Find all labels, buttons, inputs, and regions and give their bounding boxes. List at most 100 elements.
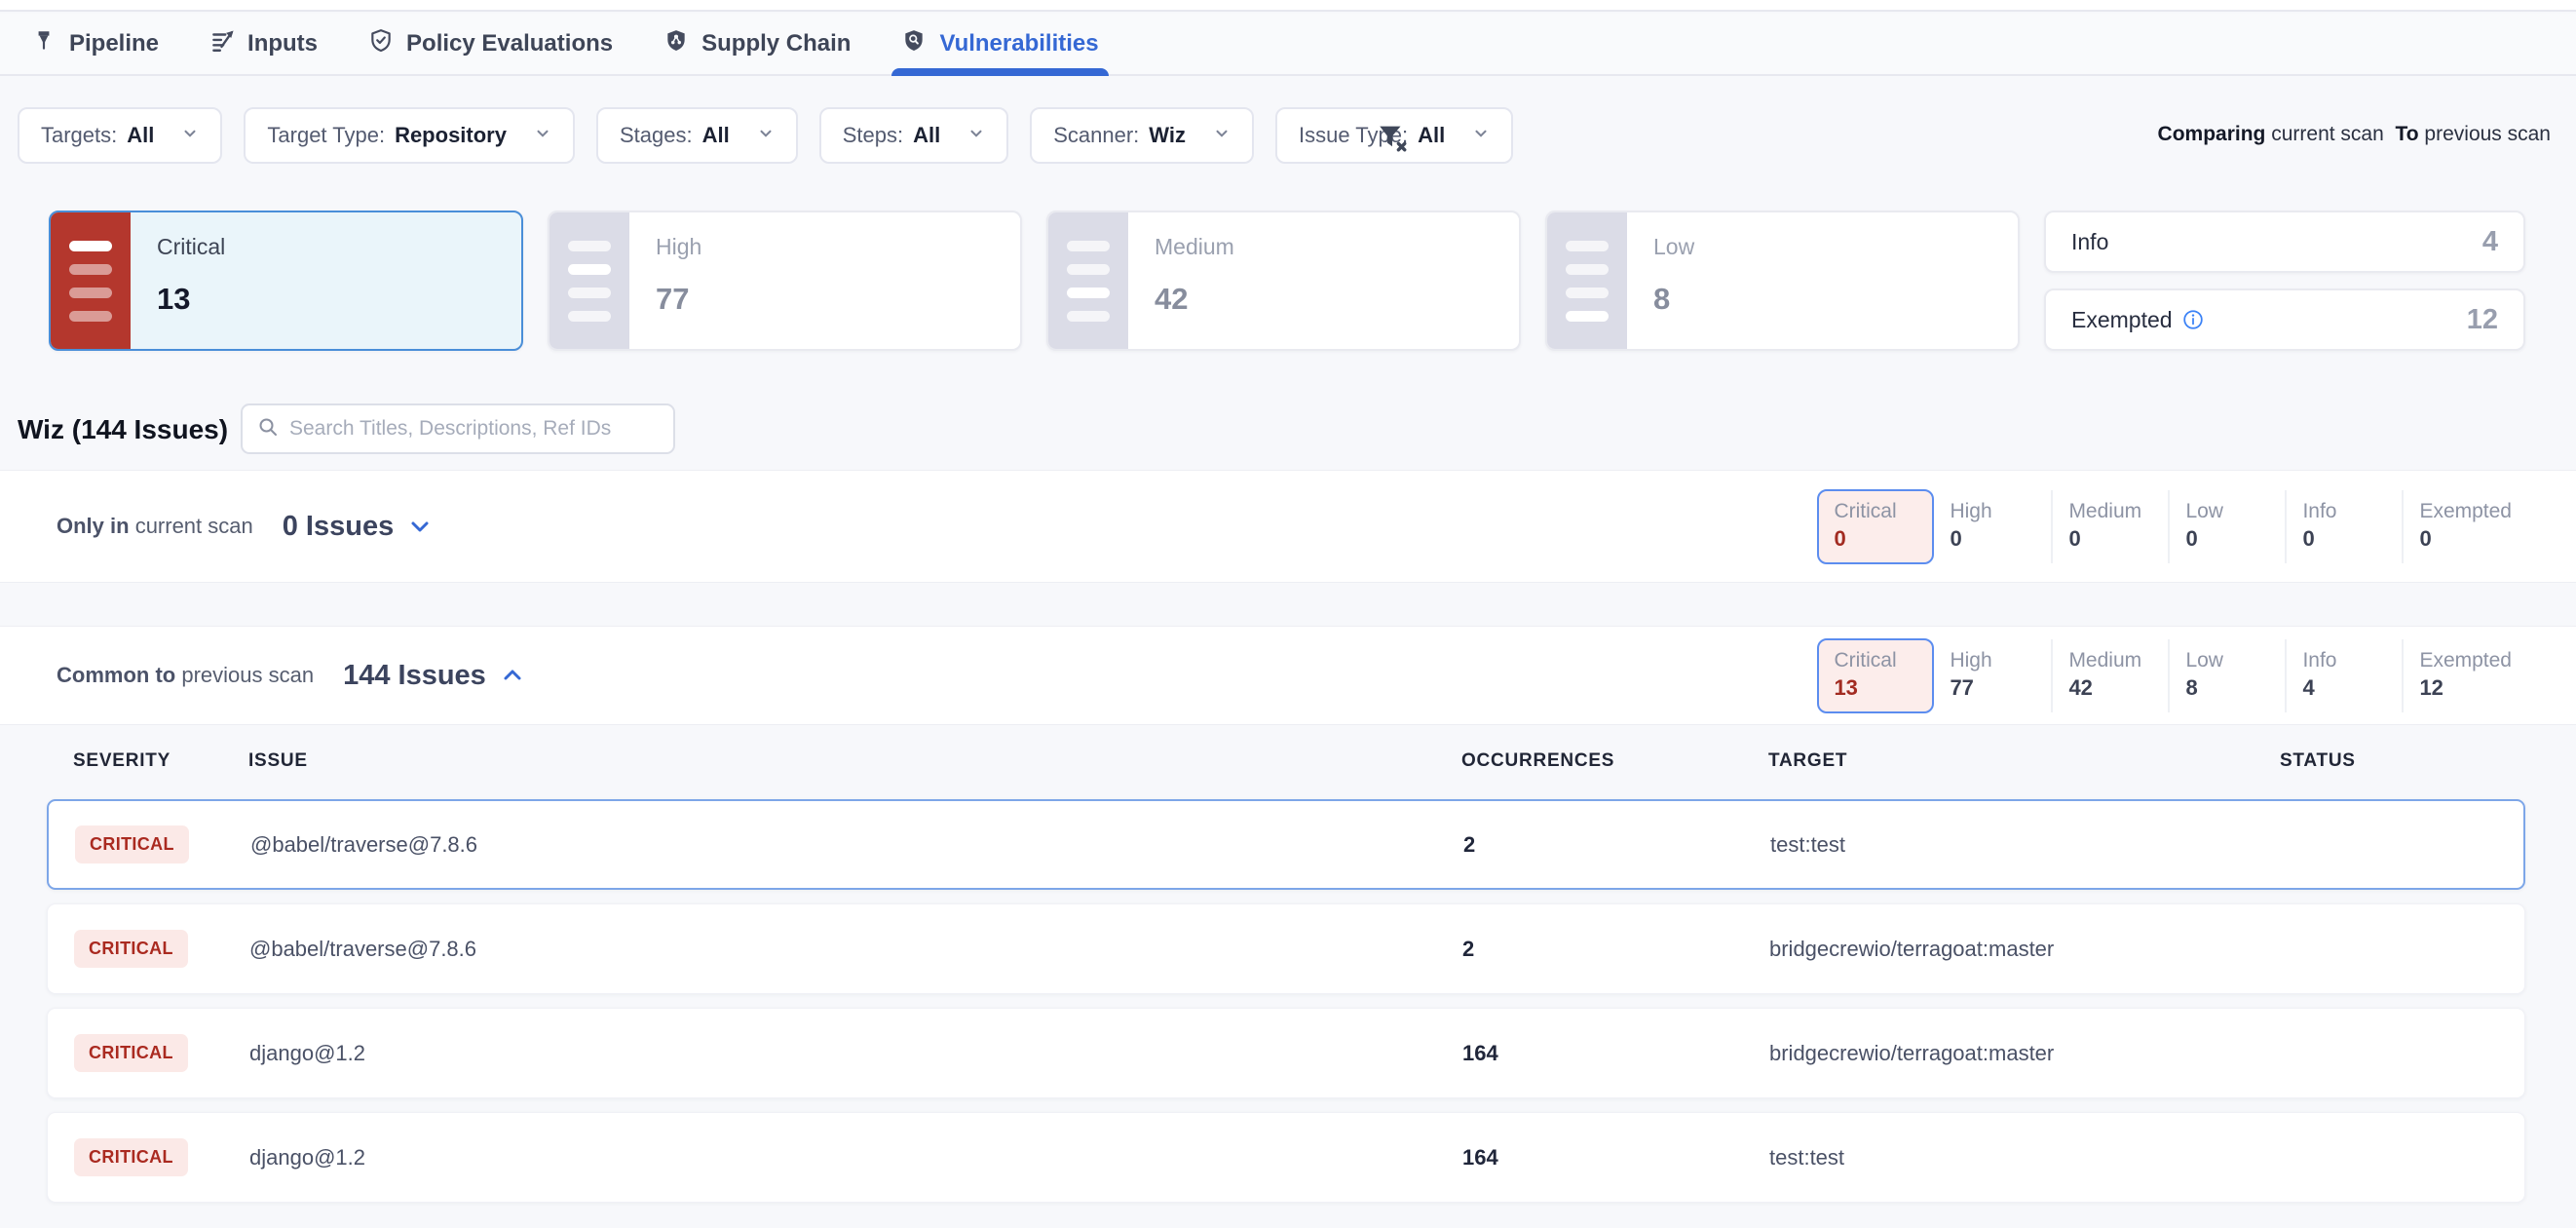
- occurrences-cell: 2: [1463, 832, 1770, 858]
- chip-label: Exempted: [2419, 649, 2512, 672]
- severity-chip[interactable]: High 0: [1934, 490, 2051, 563]
- issue-cell: django@1.2: [249, 1041, 1462, 1066]
- issue-cell: django@1.2: [249, 1145, 1462, 1170]
- severity-card-label: Critical: [157, 234, 225, 260]
- filter-bar: Targets: All Target Type: Repository Sta…: [18, 107, 1513, 164]
- target-cell: bridgecrewio/terragoat:master: [1769, 937, 2281, 962]
- chip-value: 12: [2419, 675, 2512, 701]
- severity-chip[interactable]: Exempted 12: [2402, 639, 2527, 712]
- tab-pipeline[interactable]: Pipeline: [31, 14, 159, 74]
- clear-filters-icon[interactable]: [1376, 121, 1409, 154]
- section-issues-toggle[interactable]: 0 Issues: [283, 511, 433, 543]
- severity-chip[interactable]: Info 0: [2285, 490, 2402, 563]
- chip-value: 0: [2185, 526, 2269, 552]
- side-card[interactable]: Info 4: [2044, 211, 2525, 273]
- top-strip: [0, 0, 2576, 12]
- side-card-count: 4: [2482, 226, 2498, 258]
- chevron-down-icon: [1213, 123, 1231, 148]
- tab-policy-evaluations[interactable]: Policy Evaluations: [368, 14, 613, 74]
- severity-chip[interactable]: High 77: [1934, 639, 2051, 712]
- severity-chip[interactable]: Exempted 0: [2402, 490, 2527, 563]
- severity-card-label: Low: [1653, 234, 1694, 260]
- target-cell: test:test: [1770, 832, 2282, 858]
- chip-value: 42: [2068, 675, 2152, 701]
- filter-dropdown[interactable]: Targets: All: [18, 107, 222, 164]
- filter-label: Scanner:: [1053, 123, 1139, 148]
- chip-label: Low: [2185, 500, 2269, 523]
- column-header-status: STATUS: [2280, 750, 2525, 772]
- chip-value: 77: [1950, 675, 2035, 701]
- table-row[interactable]: CRITICAL django@1.2 164 bridgecrewio/ter…: [47, 1008, 2525, 1098]
- filter-dropdown[interactable]: Scanner: Wiz: [1030, 107, 1254, 164]
- severity-chip[interactable]: Low 0: [2168, 490, 2285, 563]
- shield-check-icon: [368, 28, 394, 60]
- tab-supply-chain[interactable]: Supply Chain: [663, 14, 851, 74]
- search-box: [241, 403, 675, 454]
- filter-value: All: [702, 123, 730, 148]
- severity-card[interactable]: High 77: [548, 211, 1022, 351]
- filter-label: Stages:: [620, 123, 693, 148]
- filter-value: Wiz: [1149, 123, 1186, 148]
- chip-value: 0: [1834, 526, 1917, 552]
- chip-label: Critical: [1834, 500, 1917, 523]
- severity-chip[interactable]: Critical 13: [1817, 638, 1934, 713]
- info-icon: [2182, 309, 2204, 330]
- section-issues-count: 144 Issues: [343, 660, 486, 692]
- chevron-down-icon: [967, 123, 985, 148]
- column-header-target: TARGET: [1768, 750, 2280, 772]
- side-card[interactable]: Exempted 12: [2044, 288, 2525, 351]
- chevron-up-icon: [500, 663, 525, 688]
- severity-chip-row: Critical 13 High 77 Medium 42 Low: [1817, 638, 2527, 713]
- tab-label: Vulnerabilities: [939, 30, 1098, 58]
- severity-card[interactable]: Critical 13: [49, 211, 523, 351]
- issue-cell: @babel/traverse@7.8.6: [250, 832, 1463, 858]
- severity-chip-row: Critical 0 High 0 Medium 0 Low: [1817, 489, 2527, 564]
- filter-value: Repository: [395, 123, 507, 148]
- comparing-text-2: previous scan: [2424, 123, 2551, 145]
- filter-dropdown[interactable]: Stages: All: [596, 107, 798, 164]
- occurrences-cell: 164: [1462, 1145, 1769, 1170]
- chip-value: 8: [2185, 675, 2269, 701]
- tab-label: Policy Evaluations: [406, 30, 613, 58]
- severity-level-icon: [1547, 212, 1627, 349]
- severity-card[interactable]: Low 8: [1545, 211, 2020, 351]
- severity-badge: CRITICAL: [74, 930, 188, 968]
- chip-value: 13: [1834, 675, 1917, 701]
- severity-chip[interactable]: Medium 42: [2051, 639, 2168, 712]
- search-icon: [256, 415, 280, 443]
- section-prefix-rest: previous scan: [181, 663, 314, 687]
- filter-value: All: [1418, 123, 1445, 148]
- severity-badge: CRITICAL: [74, 1034, 188, 1072]
- column-header-severity: SEVERITY: [73, 750, 248, 772]
- search-input[interactable]: [289, 417, 660, 441]
- side-card-label: Exempted: [2071, 307, 2173, 333]
- chip-label: Exempted: [2419, 500, 2512, 523]
- section-issues-toggle[interactable]: 144 Issues: [343, 660, 525, 692]
- severity-chip[interactable]: Critical 0: [1817, 489, 1934, 564]
- target-cell: bridgecrewio/terragoat:master: [1769, 1041, 2281, 1066]
- chip-label: High: [1950, 500, 2035, 523]
- table-row[interactable]: CRITICAL django@1.2 164 test:test: [47, 1112, 2525, 1203]
- tab-inputs[interactable]: Inputs: [209, 14, 318, 74]
- chip-label: Info: [2302, 500, 2386, 523]
- severity-chip[interactable]: Info 4: [2285, 639, 2402, 712]
- filter-dropdown[interactable]: Target Type: Repository: [244, 107, 575, 164]
- tab-label: Supply Chain: [701, 30, 851, 58]
- shield-nodes-icon: [663, 28, 689, 60]
- severity-chip[interactable]: Low 8: [2168, 639, 2285, 712]
- severity-level-icon: [51, 212, 131, 349]
- severity-card[interactable]: Medium 42: [1046, 211, 1521, 351]
- chip-value: 4: [2302, 675, 2386, 701]
- table-row[interactable]: CRITICAL @babel/traverse@7.8.6 2 bridgec…: [47, 903, 2525, 994]
- filter-dropdown[interactable]: Steps: All: [819, 107, 1009, 164]
- side-card-label: Info: [2071, 229, 2108, 255]
- tab-vulnerabilities[interactable]: Vulnerabilities: [901, 14, 1098, 74]
- table-row[interactable]: CRITICAL @babel/traverse@7.8.6 2 test:te…: [47, 799, 2525, 890]
- scanner-results-heading: Wiz (144 Issues): [18, 414, 228, 445]
- severity-cards-row: Critical 13 High 77: [49, 211, 2525, 351]
- severity-chip[interactable]: Medium 0: [2051, 490, 2168, 563]
- filter-value: All: [127, 123, 154, 148]
- severity-level-icon: [1048, 212, 1128, 349]
- severity-card-count: 42: [1155, 282, 1234, 317]
- shield-search-icon: [901, 28, 927, 60]
